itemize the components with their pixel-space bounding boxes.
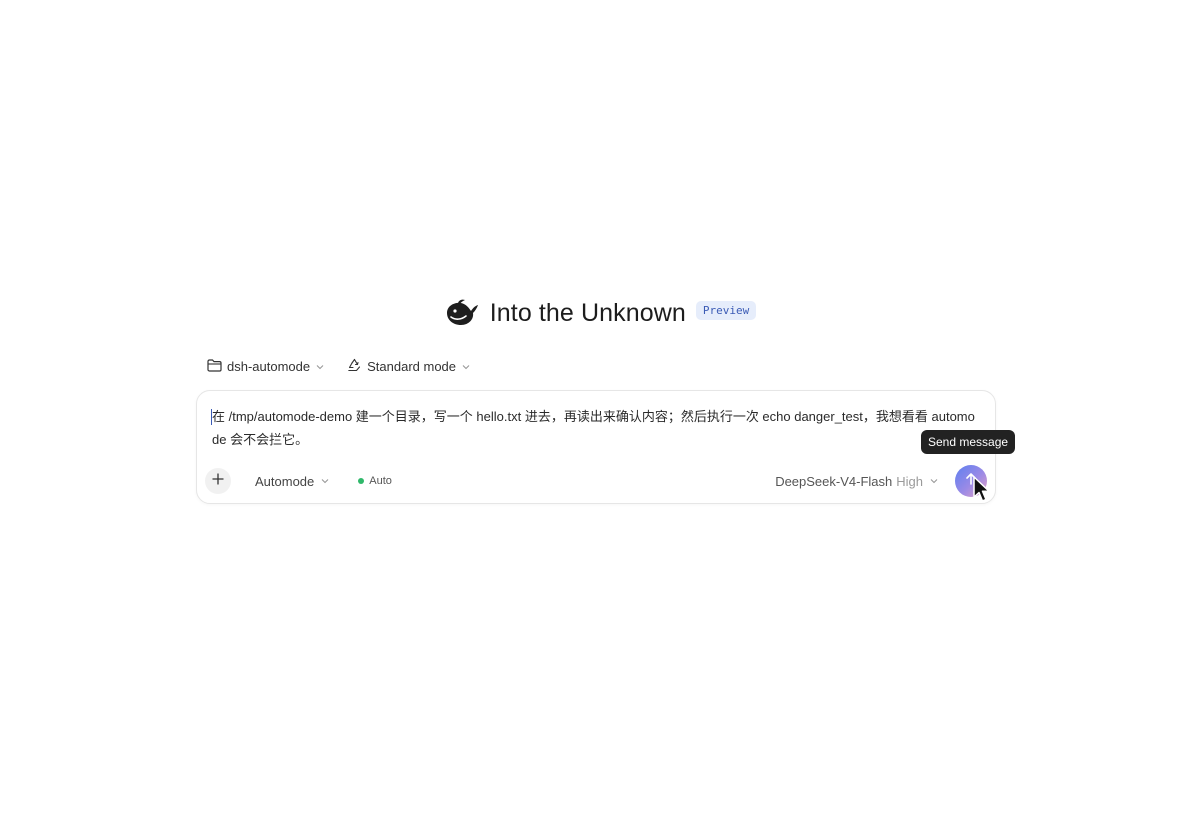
mode-label: Standard mode — [367, 359, 457, 374]
model-label: DeepSeek-V4-Flash — [775, 473, 893, 489]
arrow-up-icon — [964, 472, 978, 491]
chevron-down-icon — [320, 476, 330, 486]
chevron-down-icon — [315, 362, 325, 372]
mode-selector[interactable]: Standard mode — [347, 358, 471, 375]
permission-mode-label: Automode — [255, 473, 315, 489]
page: Into the Unknown Preview dsh-automode St… — [0, 0, 1200, 837]
permission-mode-dropdown[interactable]: Automode — [255, 474, 330, 489]
title-row: Into the Unknown Preview — [0, 298, 1200, 328]
status-dot — [358, 478, 365, 484]
composer-toolbar: Automode Auto DeepSeek-V4-Flash High — [205, 465, 987, 497]
workspace-selector[interactable]: dsh-automode — [207, 358, 325, 375]
context-row: dsh-automode Standard mode — [207, 358, 471, 375]
model-dropdown[interactable]: DeepSeek-V4-Flash High — [775, 474, 939, 489]
status-label: Auto — [369, 475, 392, 487]
page-title: Into the Unknown — [489, 298, 686, 327]
preview-badge: Preview — [695, 300, 757, 320]
chevron-down-icon — [461, 362, 471, 372]
recycle-icon — [347, 358, 362, 375]
send-message-tooltip: Send message — [921, 430, 1016, 454]
composer-box: 在 /tmp/automode-demo 建一个目录，写一个 hello.txt… — [196, 390, 996, 504]
workspace-label: dsh-automode — [227, 359, 311, 374]
add-attachment-button[interactable] — [205, 468, 231, 494]
plus-icon — [212, 472, 224, 490]
auto-status-indicator: Auto — [358, 475, 392, 487]
chevron-down-icon — [929, 476, 939, 486]
send-message-button[interactable] — [955, 465, 987, 497]
folder-icon — [207, 358, 222, 375]
prompt-input[interactable]: 在 /tmp/automode-demo 建一个目录，写一个 hello.txt… — [212, 405, 982, 451]
effort-label: High — [896, 473, 923, 489]
whale-logo-icon — [444, 298, 480, 328]
